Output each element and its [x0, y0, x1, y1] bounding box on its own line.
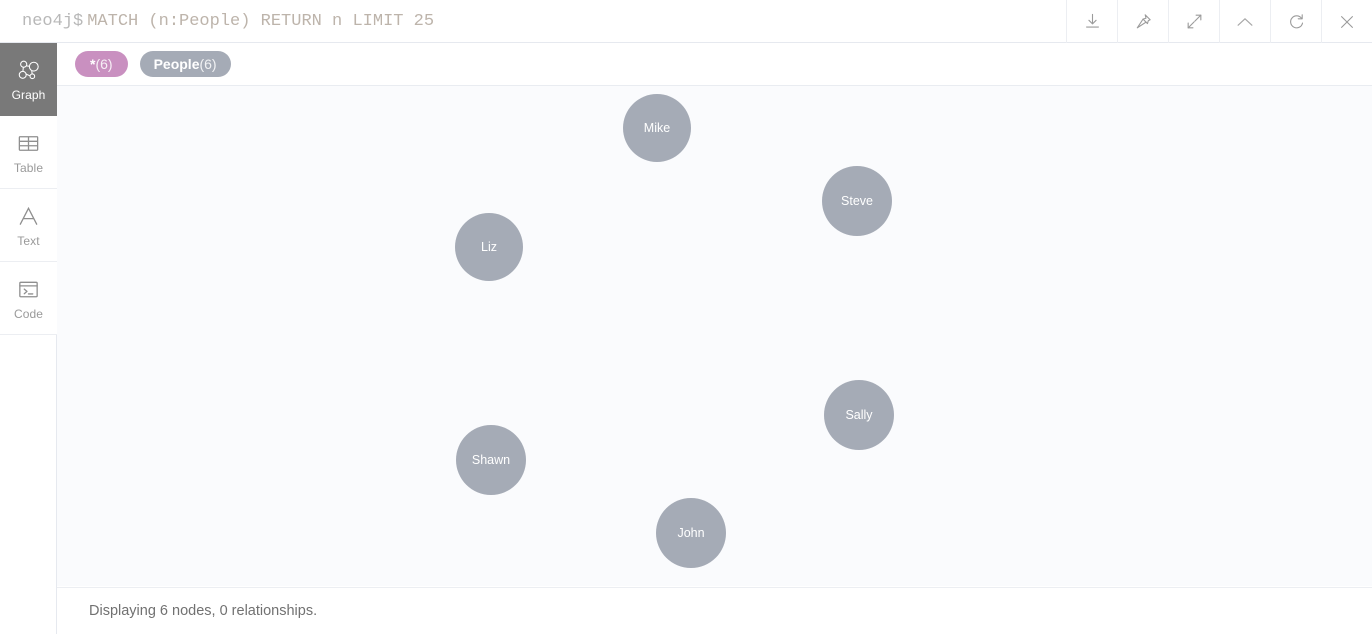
- refresh-icon: [1287, 12, 1306, 31]
- legend-chip-count: (6): [199, 56, 217, 72]
- sidebar-item-label: Text: [17, 233, 40, 248]
- graph-node-caption: John: [677, 525, 705, 540]
- graph-node[interactable]: Liz: [455, 213, 523, 281]
- neo4j-result-frame: neo4j$ MATCH (n:People) RETURN n LIMIT 25: [0, 0, 1372, 634]
- sidebar-item-label: Graph: [11, 87, 46, 102]
- graph-node-caption: Steve: [841, 193, 873, 208]
- sidebar-item-graph[interactable]: Graph: [0, 43, 57, 116]
- graph-node-caption: Mike: [643, 120, 671, 135]
- sidebar-item-code[interactable]: Code: [0, 262, 57, 335]
- download-icon-button[interactable]: [1066, 0, 1117, 43]
- legend-chip-count: (6): [95, 56, 113, 72]
- graph-canvas[interactable]: Mike Steve Liz Sally Shawn John: [57, 86, 1372, 586]
- graph-node[interactable]: Shawn: [456, 425, 526, 495]
- result-status-bar: Displaying 6 nodes, 0 relationships.: [57, 587, 1372, 634]
- view-mode-sidebar: Graph Table Text Code: [0, 43, 57, 634]
- graph-node[interactable]: Steve: [822, 166, 892, 236]
- graph-node-caption: Shawn: [471, 452, 511, 467]
- close-icon-button[interactable]: [1321, 0, 1372, 43]
- code-icon: [16, 277, 42, 303]
- text-icon: [16, 204, 42, 230]
- frame-header: neo4j$ MATCH (n:People) RETURN n LIMIT 25: [0, 0, 1372, 43]
- graph-node-caption: Sally: [845, 407, 873, 422]
- sidebar-item-label: Table: [13, 160, 44, 175]
- table-icon: [16, 131, 42, 157]
- sidebar-item-table[interactable]: Table: [0, 116, 57, 189]
- legend-chip-all[interactable]: * (6): [75, 51, 128, 77]
- download-icon: [1083, 12, 1102, 31]
- graph-node-caption: Liz: [481, 239, 497, 254]
- query-display[interactable]: neo4j$ MATCH (n:People) RETURN n LIMIT 25: [0, 0, 1066, 42]
- pin-icon-button[interactable]: [1117, 0, 1168, 43]
- legend-chip-bar: * (6) People (6): [57, 43, 1372, 86]
- expand-icon-button[interactable]: [1168, 0, 1219, 43]
- sidebar-item-text[interactable]: Text: [0, 189, 57, 262]
- legend-chip-name: People: [153, 56, 200, 72]
- legend-chip-people[interactable]: People (6): [139, 51, 231, 77]
- query-prompt: neo4j$: [22, 11, 84, 31]
- collapse-icon-button[interactable]: [1219, 0, 1270, 43]
- chevron-up-icon: [1234, 11, 1256, 33]
- pin-icon: [1134, 12, 1153, 31]
- close-icon: [1337, 12, 1357, 32]
- graph-icon: [16, 58, 42, 84]
- graph-node[interactable]: John: [656, 498, 726, 568]
- refresh-icon-button[interactable]: [1270, 0, 1321, 43]
- status-message: Displaying 6 nodes, 0 relationships.: [89, 602, 318, 619]
- graph-node[interactable]: Mike: [623, 94, 691, 162]
- graph-node[interactable]: Sally: [824, 380, 894, 450]
- sidebar-item-label: Code: [13, 306, 44, 321]
- expand-icon: [1185, 12, 1204, 31]
- frame-action-bar: [1066, 0, 1372, 43]
- query-text: MATCH (n:People) RETURN n LIMIT 25: [87, 11, 435, 31]
